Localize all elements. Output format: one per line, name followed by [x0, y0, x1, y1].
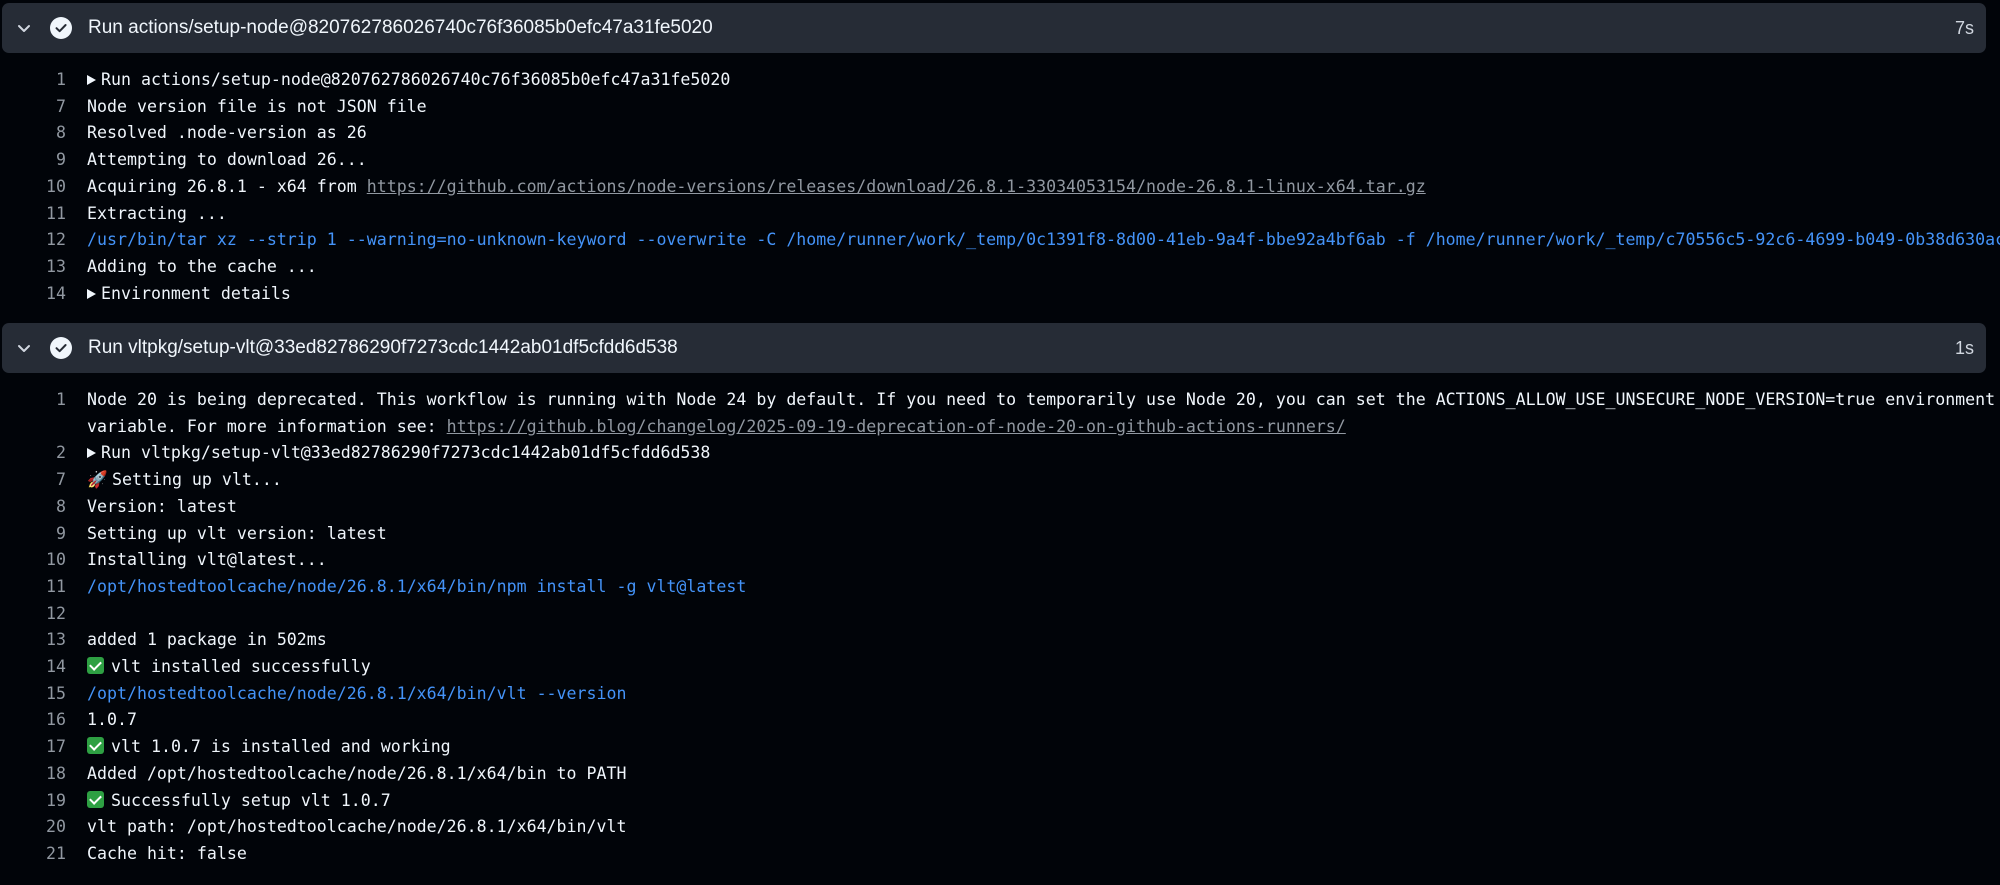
line-number[interactable]: 2 — [0, 440, 66, 467]
triangle-right-icon[interactable] — [87, 75, 96, 85]
log-line: 7 🚀 Setting up vlt... — [0, 467, 2000, 494]
log-line: 12 /usr/bin/tar xz --strip 1 --warning=n… — [0, 227, 2000, 254]
log-text: added 1 package in 502ms — [87, 630, 327, 650]
line-number[interactable]: 13 — [0, 254, 66, 281]
command-text: /opt/hostedtoolcache/node/26.8.1/x64/bin… — [87, 683, 627, 703]
log-line[interactable]: 14 Environment details — [0, 281, 2000, 308]
line-number[interactable]: 16 — [0, 707, 66, 734]
log-line: 1 Node 20 is being deprecated. This work… — [0, 387, 2000, 440]
log-text: Resolved .node-version as 26 — [87, 123, 367, 143]
step-title: Run actions/setup-node@820762786026740c7… — [88, 17, 713, 38]
step-title: Run vltpkg/setup-vlt@33ed82786290f7273cd… — [88, 337, 678, 358]
line-number[interactable]: 18 — [0, 761, 66, 788]
log-line[interactable]: 2 Run vltpkg/setup-vlt@33ed82786290f7273… — [0, 440, 2000, 467]
log-line: 8 Version: latest — [0, 494, 2000, 521]
log-line: 10 Acquiring 26.8.1 - x64 from https://g… — [0, 174, 2000, 201]
log-text: Attempting to download 26... — [87, 150, 367, 170]
log-line: 10 Installing vlt@latest... — [0, 547, 2000, 574]
log-text: Successfully setup vlt 1.0.7 — [111, 790, 391, 810]
line-number[interactable]: 12 — [0, 601, 66, 628]
triangle-right-icon[interactable] — [87, 448, 96, 459]
line-number[interactable]: 9 — [0, 521, 66, 548]
log-text: Version: latest — [87, 496, 237, 516]
chevron-down-icon[interactable] — [16, 340, 32, 356]
log-text: Cache hit: false — [87, 843, 247, 863]
log-line: 11 /opt/hostedtoolcache/node/26.8.1/x64/… — [0, 574, 2000, 601]
log-line: 19 Successfully setup vlt 1.0.7 — [0, 788, 2000, 815]
log-text: Setting up vlt... — [112, 470, 282, 490]
log-text: Installing vlt@latest... — [87, 550, 327, 570]
line-number[interactable]: 10 — [0, 547, 66, 574]
log-text: Acquiring 26.8.1 - x64 from — [87, 176, 367, 196]
line-number[interactable]: 12 — [0, 227, 66, 254]
log-text: Node version file is not JSON file — [87, 96, 427, 116]
log-text: Added /opt/hostedtoolcache/node/26.8.1/x… — [87, 763, 627, 783]
step-log-setup-vlt: 1 Node 20 is being deprecated. This work… — [0, 387, 2000, 868]
line-number[interactable]: 20 — [0, 814, 66, 841]
white-check-mark-emoji — [87, 737, 104, 755]
step-duration: 7s — [1954, 17, 1974, 38]
log-text: vlt 1.0.7 is installed and working — [111, 737, 451, 757]
command-text: /opt/hostedtoolcache/node/26.8.1/x64/bin… — [87, 576, 747, 596]
log-line: 9 Setting up vlt version: latest — [0, 521, 2000, 548]
line-number[interactable]: 1 — [0, 387, 66, 414]
step-header-setup-node[interactable]: Run actions/setup-node@820762786026740c7… — [2, 3, 1986, 53]
log-line: 8 Resolved .node-version as 26 — [0, 120, 2000, 147]
log-line: 15 /opt/hostedtoolcache/node/26.8.1/x64/… — [0, 681, 2000, 708]
line-number[interactable]: 8 — [0, 120, 66, 147]
step-duration: 1s — [1954, 337, 1974, 358]
line-number[interactable]: 19 — [0, 788, 66, 815]
line-number[interactable]: 7 — [0, 467, 66, 494]
triangle-right-icon[interactable] — [87, 288, 96, 299]
deprecation-link[interactable]: https://github.blog/changelog/2025-09-19… — [447, 417, 1346, 436]
line-number[interactable]: 17 — [0, 734, 66, 761]
log-text: Extracting ... — [87, 203, 227, 223]
log-text: vlt installed successfully — [111, 657, 371, 677]
group-label[interactable]: Run actions/setup-node@820762786026740c7… — [101, 70, 730, 89]
line-number[interactable]: 11 — [0, 574, 66, 601]
log-line: 16 1.0.7 — [0, 707, 2000, 734]
log-line: 7 Node version file is not JSON file — [0, 94, 2000, 121]
line-number[interactable]: 8 — [0, 494, 66, 521]
line-number[interactable]: 15 — [0, 681, 66, 708]
line-number[interactable]: 9 — [0, 147, 66, 174]
line-number[interactable]: 14 — [0, 281, 66, 308]
log-line[interactable]: 1 Run actions/setup-node@820762786026740… — [0, 67, 2000, 94]
line-number[interactable]: 7 — [0, 94, 66, 121]
group-label[interactable]: Run vltpkg/setup-vlt@33ed82786290f7273cd… — [101, 443, 710, 462]
log-text: Setting up vlt version: latest — [87, 523, 387, 543]
line-number[interactable]: 21 — [0, 841, 66, 868]
log-line: 14 vlt installed successfully — [0, 654, 2000, 681]
log-line: 9 Attempting to download 26... — [0, 147, 2000, 174]
log-line: 21 Cache hit: false — [0, 841, 2000, 868]
step-log-setup-node: 1 Run actions/setup-node@820762786026740… — [0, 67, 2000, 307]
group-label[interactable]: Environment details — [101, 284, 291, 303]
line-number[interactable]: 14 — [0, 654, 66, 681]
command-text: /usr/bin/tar xz --strip 1 --warning=no-u… — [87, 230, 2000, 250]
log-text: Adding to the cache ... — [87, 256, 317, 276]
white-check-mark-emoji — [87, 790, 104, 808]
log-line: 20 vlt path: /opt/hostedtoolcache/node/2… — [0, 814, 2000, 841]
line-number[interactable]: 11 — [0, 201, 66, 228]
log-line: 18 Added /opt/hostedtoolcache/node/26.8.… — [0, 761, 2000, 788]
log-line: 17 vlt 1.0.7 is installed and working — [0, 734, 2000, 761]
log-line: 12 — [0, 601, 2000, 628]
white-check-mark-emoji — [87, 657, 104, 675]
download-link[interactable]: https://github.com/actions/node-versions… — [367, 177, 1426, 196]
log-line: 13 Adding to the cache ... — [0, 254, 2000, 281]
log-line: 11 Extracting ... — [0, 201, 2000, 228]
log-line: 13 added 1 package in 502ms — [0, 627, 2000, 654]
log-text: vlt path: /opt/hostedtoolcache/node/26.8… — [87, 817, 627, 837]
line-number[interactable]: 13 — [0, 627, 66, 654]
line-number[interactable]: 1 — [0, 67, 66, 94]
check-circle-icon — [50, 337, 72, 359]
rocket-emoji: 🚀 — [87, 470, 108, 490]
step-header-setup-vlt[interactable]: Run vltpkg/setup-vlt@33ed82786290f7273cd… — [2, 323, 1986, 373]
line-number[interactable]: 10 — [0, 174, 66, 201]
log-text: 1.0.7 — [87, 710, 137, 730]
check-circle-icon — [50, 17, 72, 39]
chevron-down-icon[interactable] — [16, 20, 32, 36]
